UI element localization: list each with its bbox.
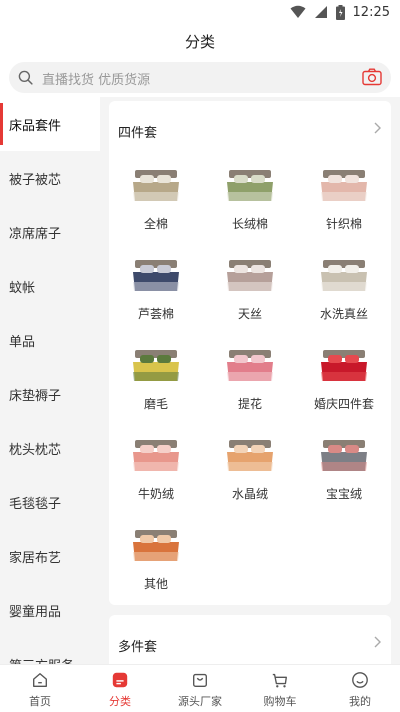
tab-cart[interactable]: 购物车 xyxy=(240,665,320,712)
section-title: 四件套 xyxy=(118,126,158,141)
subcategory-item[interactable]: 其他 xyxy=(109,521,203,611)
subcategory-label: 天丝 xyxy=(237,307,262,321)
sidebar-item-label: 床品套件 xyxy=(9,118,62,134)
sidebar-item[interactable]: 毛毯毯子 xyxy=(0,475,100,529)
factory-icon xyxy=(193,673,207,687)
section-card: 多件套 xyxy=(109,615,391,664)
page-title: 分类 xyxy=(184,33,215,51)
sidebar-item[interactable]: 婴童用品 xyxy=(0,583,100,637)
top-bar: 分类 xyxy=(0,24,400,60)
product-thumbnail xyxy=(133,440,179,471)
product-thumbnail xyxy=(321,260,367,291)
status-icons: 12:25 xyxy=(290,3,390,21)
subcategory-label: 针织棉 xyxy=(325,217,362,231)
sidebar-item[interactable]: 家居布艺 xyxy=(0,529,100,583)
search-icon xyxy=(18,70,33,85)
subcategory-grid: 全棉 长绒棉 针织棉芦荟棉 天丝 水洗真丝磨毛 提花 婚庆四件套牛奶绒 水晶绒 宝宝绒其他 xyxy=(109,161,391,611)
tab-label: 首页 xyxy=(29,695,51,708)
search-input[interactable]: 直播找货 优质货源 xyxy=(9,62,391,93)
chevron-right-icon[interactable] xyxy=(373,636,381,648)
sidebar-item[interactable]: 被子被芯 xyxy=(0,151,100,205)
subcategory-item[interactable]: 提花 xyxy=(203,341,297,431)
tab-factory[interactable]: 源头厂家 xyxy=(160,665,240,712)
search-bar: 直播找货 优质货源 xyxy=(0,60,400,97)
sidebar-item-label: 被子被芯 xyxy=(9,172,62,188)
sidebar-item[interactable]: 凉席席子 xyxy=(0,205,100,259)
product-thumbnail xyxy=(133,530,179,561)
sidebar-item-label: 凉席席子 xyxy=(9,226,62,242)
subcategory-item[interactable]: 宝宝绒 xyxy=(297,431,391,521)
tab-profile[interactable]: 我的 xyxy=(320,665,400,712)
subcategory-label: 宝宝绒 xyxy=(325,487,362,501)
subcategory-label: 长绒棉 xyxy=(231,217,268,231)
product-thumbnail xyxy=(227,350,273,381)
subcategory-item[interactable]: 天丝 xyxy=(203,251,297,341)
subcategory-item[interactable]: 磨毛 xyxy=(109,341,203,431)
sidebar-item-label: 婴童用品 xyxy=(9,604,62,620)
home-icon xyxy=(33,673,47,687)
sidebar-item[interactable]: 蚊帐 xyxy=(0,259,100,313)
signal-icon xyxy=(314,6,327,18)
camera-icon[interactable] xyxy=(362,68,382,86)
wifi-icon xyxy=(290,5,306,18)
sidebar-item-label: 第三方服务 xyxy=(9,655,74,665)
sidebar-item-label: 毛毯毯子 xyxy=(9,496,62,512)
tab-label: 源头厂家 xyxy=(178,695,222,708)
subcategory-item[interactable]: 婚庆四件套 xyxy=(297,341,391,431)
subcategory-item[interactable]: 水洗真丝 xyxy=(297,251,391,341)
subcategory-label: 提花 xyxy=(237,397,262,411)
category-icon xyxy=(112,672,128,688)
tab-category[interactable]: 分类 xyxy=(80,665,160,712)
product-thumbnail xyxy=(133,350,179,381)
chevron-right-icon[interactable] xyxy=(373,122,381,134)
sidebar-item-label: 床垫褥子 xyxy=(9,388,62,404)
status-bar: 12:25 xyxy=(0,0,400,24)
subcategory-label: 其他 xyxy=(143,577,168,591)
sidebar-item[interactable]: 枕头枕芯 xyxy=(0,421,100,475)
subcategory-label: 磨毛 xyxy=(143,397,168,411)
sidebar-item-label: 蚊帐 xyxy=(9,280,36,296)
subcategory-label: 水洗真丝 xyxy=(319,307,368,321)
product-thumbnail xyxy=(133,260,179,291)
product-thumbnail xyxy=(227,170,273,201)
subcategory-label: 牛奶绒 xyxy=(137,487,174,501)
sidebar-item-label: 单品 xyxy=(9,334,36,350)
subcategory-item[interactable]: 长绒棉 xyxy=(203,161,297,251)
sidebar-item[interactable]: 单品 xyxy=(0,313,100,367)
sidebar-item-label: 家居布艺 xyxy=(9,550,62,566)
sidebar-item-label: 枕头枕芯 xyxy=(9,442,62,458)
product-thumbnail xyxy=(227,260,273,291)
sidebar-item[interactable]: 床垫褥子 xyxy=(0,367,100,421)
tab-home[interactable]: 首页 xyxy=(0,665,80,712)
subcategory-item[interactable]: 全棉 xyxy=(109,161,203,251)
subcategory-item[interactable]: 牛奶绒 xyxy=(109,431,203,521)
tab-label: 购物车 xyxy=(263,695,297,708)
profile-icon xyxy=(352,672,368,688)
category-content: 四件套 全棉 长绒棉 针织棉芦荟棉 天丝 水洗真丝磨毛 提花 婚庆四件套牛奶绒 水晶绒 宝宝绒其… xyxy=(100,97,400,664)
section-card: 四件套 全棉 长绒棉 针织棉芦荟棉 天丝 水洗真丝磨毛 提花 婚庆四件套牛奶绒 水晶绒 宝宝绒其… xyxy=(109,101,391,605)
sidebar-item[interactable]: 床品套件 xyxy=(0,97,100,151)
battery-icon xyxy=(335,4,345,20)
status-time: 12:25 xyxy=(352,4,390,20)
sidebar-item[interactable]: 第三方服务 xyxy=(0,637,100,665)
product-thumbnail xyxy=(321,170,367,201)
tab-label: 分类 xyxy=(109,695,131,708)
subcategory-label: 水晶绒 xyxy=(231,487,268,501)
bottom-tab-bar: 首页 分类 源头厂家 购物车 我的 xyxy=(0,664,400,712)
product-thumbnail xyxy=(321,350,367,381)
cart-icon xyxy=(272,673,287,688)
subcategory-item[interactable]: 针织棉 xyxy=(297,161,391,251)
subcategory-item[interactable]: 芦荟棉 xyxy=(109,251,203,341)
category-sidebar: 床品套件被子被芯凉席席子蚊帐单品床垫褥子枕头枕芯毛毯毯子家居布艺婴童用品第三方服… xyxy=(0,97,100,664)
subcategory-label: 婚庆四件套 xyxy=(313,397,374,411)
product-thumbnail xyxy=(321,440,367,471)
section-title: 多件套 xyxy=(118,640,158,655)
tab-label: 我的 xyxy=(349,695,371,708)
product-thumbnail xyxy=(133,170,179,201)
subcategory-label: 全棉 xyxy=(143,217,168,231)
subcategory-item[interactable]: 水晶绒 xyxy=(203,431,297,521)
search-placeholder: 直播找货 优质货源 xyxy=(42,73,151,88)
subcategory-label: 芦荟棉 xyxy=(137,307,174,321)
product-thumbnail xyxy=(227,440,273,471)
